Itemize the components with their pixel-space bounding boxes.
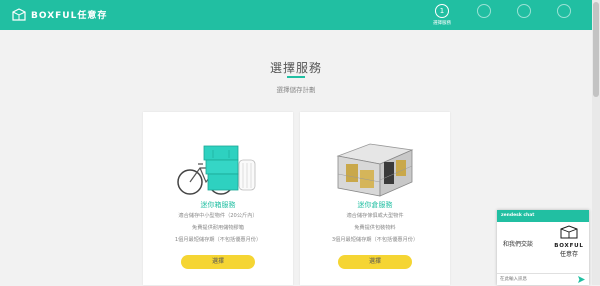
chat-brand-sub: 任意存	[559, 251, 578, 258]
select-mini-storage-button[interactable]: 選擇	[338, 255, 412, 269]
step-circle-icon	[557, 4, 571, 18]
page-scrollbar[interactable]	[592, 0, 600, 285]
mini-box-illustration	[177, 145, 256, 195]
send-icon[interactable]	[578, 276, 585, 283]
mini-storage-desc-1: 適合儲存傢俱或大型物件	[346, 213, 404, 219]
chat-header[interactable]: zendesk chat	[497, 210, 589, 222]
mini-storage-desc-3: 3個月最短儲存期（不包括優惠月份）	[331, 237, 419, 243]
top-header: BOXFUL任意存 1 選擇服務	[0, 0, 600, 30]
mini-storage-service-name: 迷你倉服務	[357, 201, 393, 209]
mini-storage-illustration	[336, 143, 414, 197]
mini-storage-desc-2: 免費提供包裝物料	[354, 225, 396, 231]
step-1[interactable]: 1 選擇服務	[427, 4, 457, 26]
mini-storage-service-card: 迷你倉服務 適合儲存傢俱或大型物件 免費提供包裝物料 3個月最短儲存期（不包括優…	[300, 112, 450, 285]
step-1-label: 選擇服務	[433, 21, 451, 26]
chat-brand-logo: BOXFUL 任意存	[551, 224, 587, 258]
page-subtitle: 選擇儲存計劃	[276, 86, 316, 94]
box-logo-icon	[12, 8, 26, 21]
step-2[interactable]	[469, 4, 499, 18]
page-title: 選擇服務	[269, 61, 322, 75]
step-1-number: 1	[435, 4, 449, 18]
scrollbar-thumb[interactable]	[593, 2, 599, 97]
mini-box-service-card: 迷你箱服務 適合儲存中小型物件（20公斤內） 免費提供耐用儲物膠箱 1個月最短儲…	[143, 112, 293, 285]
chat-message: 和我們交談	[503, 241, 534, 248]
title-underline	[287, 76, 305, 78]
step-circle-icon	[477, 4, 491, 18]
chat-widget[interactable]: zendesk chat 和我們交談 BOXFUL 任意存	[497, 210, 589, 285]
step-4[interactable]	[549, 4, 579, 18]
brand-name: BOXFUL任意存	[31, 11, 108, 21]
step-3[interactable]	[509, 4, 539, 18]
box-logo-icon	[560, 225, 578, 239]
chat-input[interactable]	[500, 275, 575, 284]
chat-input-row	[497, 273, 589, 286]
mini-box-desc-3: 1個月最短儲存期（不包括優惠月份）	[174, 237, 262, 243]
brand-logo[interactable]: BOXFUL任意存	[12, 8, 107, 21]
select-mini-box-button[interactable]: 選擇	[181, 255, 255, 269]
mini-box-desc-1: 適合儲存中小型物件（20公斤內）	[178, 213, 258, 219]
mini-box-service-name: 迷你箱服務	[200, 201, 236, 209]
step-circle-icon	[517, 4, 531, 18]
mini-box-desc-2: 免費提供耐用儲物膠箱	[192, 225, 244, 231]
